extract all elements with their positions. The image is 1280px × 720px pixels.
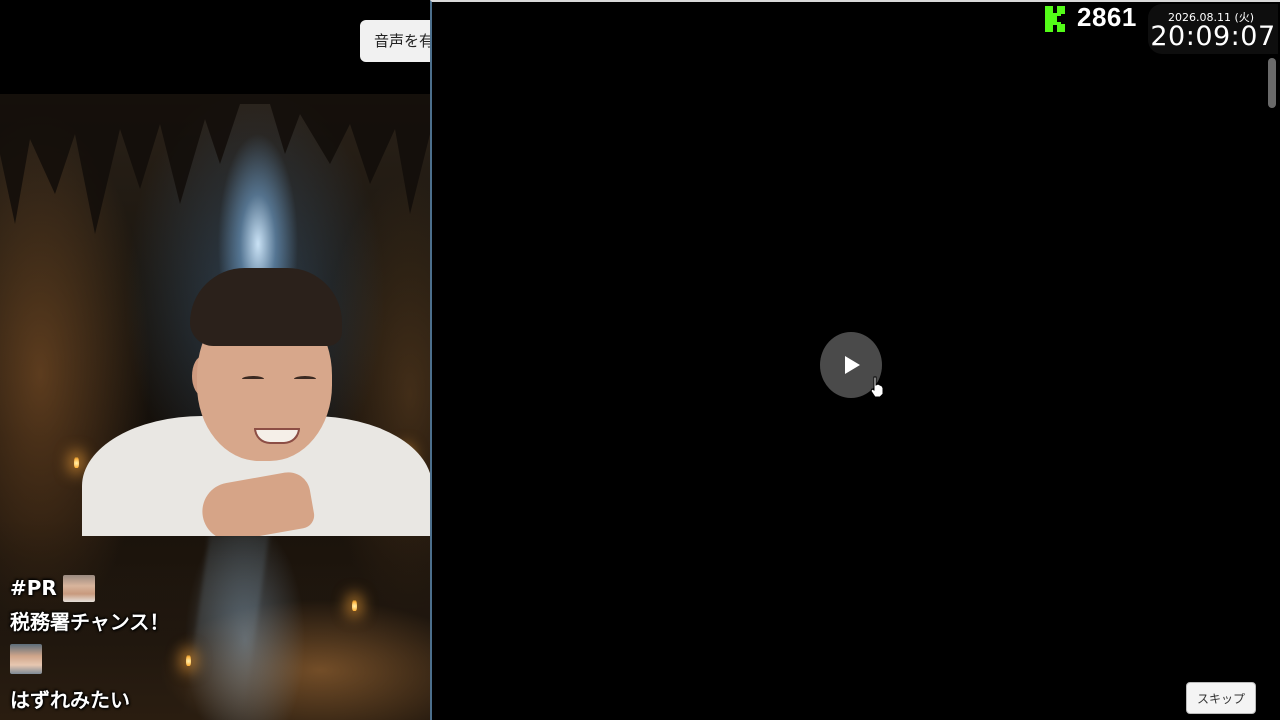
stalactites-graphic	[0, 94, 430, 234]
streamer-eye	[242, 376, 264, 382]
streamer-eye	[294, 376, 316, 382]
scrollbar[interactable]	[1268, 56, 1276, 720]
avatar	[62, 574, 95, 602]
chat-message: はずれみたい	[10, 688, 130, 712]
skip-button[interactable]: スキップ	[1186, 682, 1256, 714]
hand-cursor-icon	[870, 376, 884, 398]
chat-overlay: #PR 税務署チャンス！ はずれみたい	[10, 574, 420, 714]
streamer-video	[82, 266, 430, 536]
pr-tag: #PR	[10, 576, 57, 600]
chat-message: 税務署チャンス！	[10, 610, 170, 634]
enable-audio-button[interactable]: 音声を有効	[360, 20, 432, 62]
candle-light	[74, 456, 79, 468]
webcam-panel: #PR 税務署チャンス！ はずれみたい	[0, 0, 430, 720]
kick-logo-icon	[1045, 6, 1065, 32]
clock-widget: 2026.08.11 (火) 20:09:07	[1148, 4, 1278, 54]
chat-pr-line: #PR	[10, 574, 420, 602]
clock-time: 20:09:07	[1150, 21, 1276, 52]
scrollbar-thumb[interactable]	[1268, 58, 1276, 108]
avatar	[10, 644, 42, 674]
viewer-count: 2861	[1077, 2, 1137, 32]
video-player[interactable]: スキップ	[430, 0, 1280, 720]
streamer-hair	[190, 268, 342, 346]
